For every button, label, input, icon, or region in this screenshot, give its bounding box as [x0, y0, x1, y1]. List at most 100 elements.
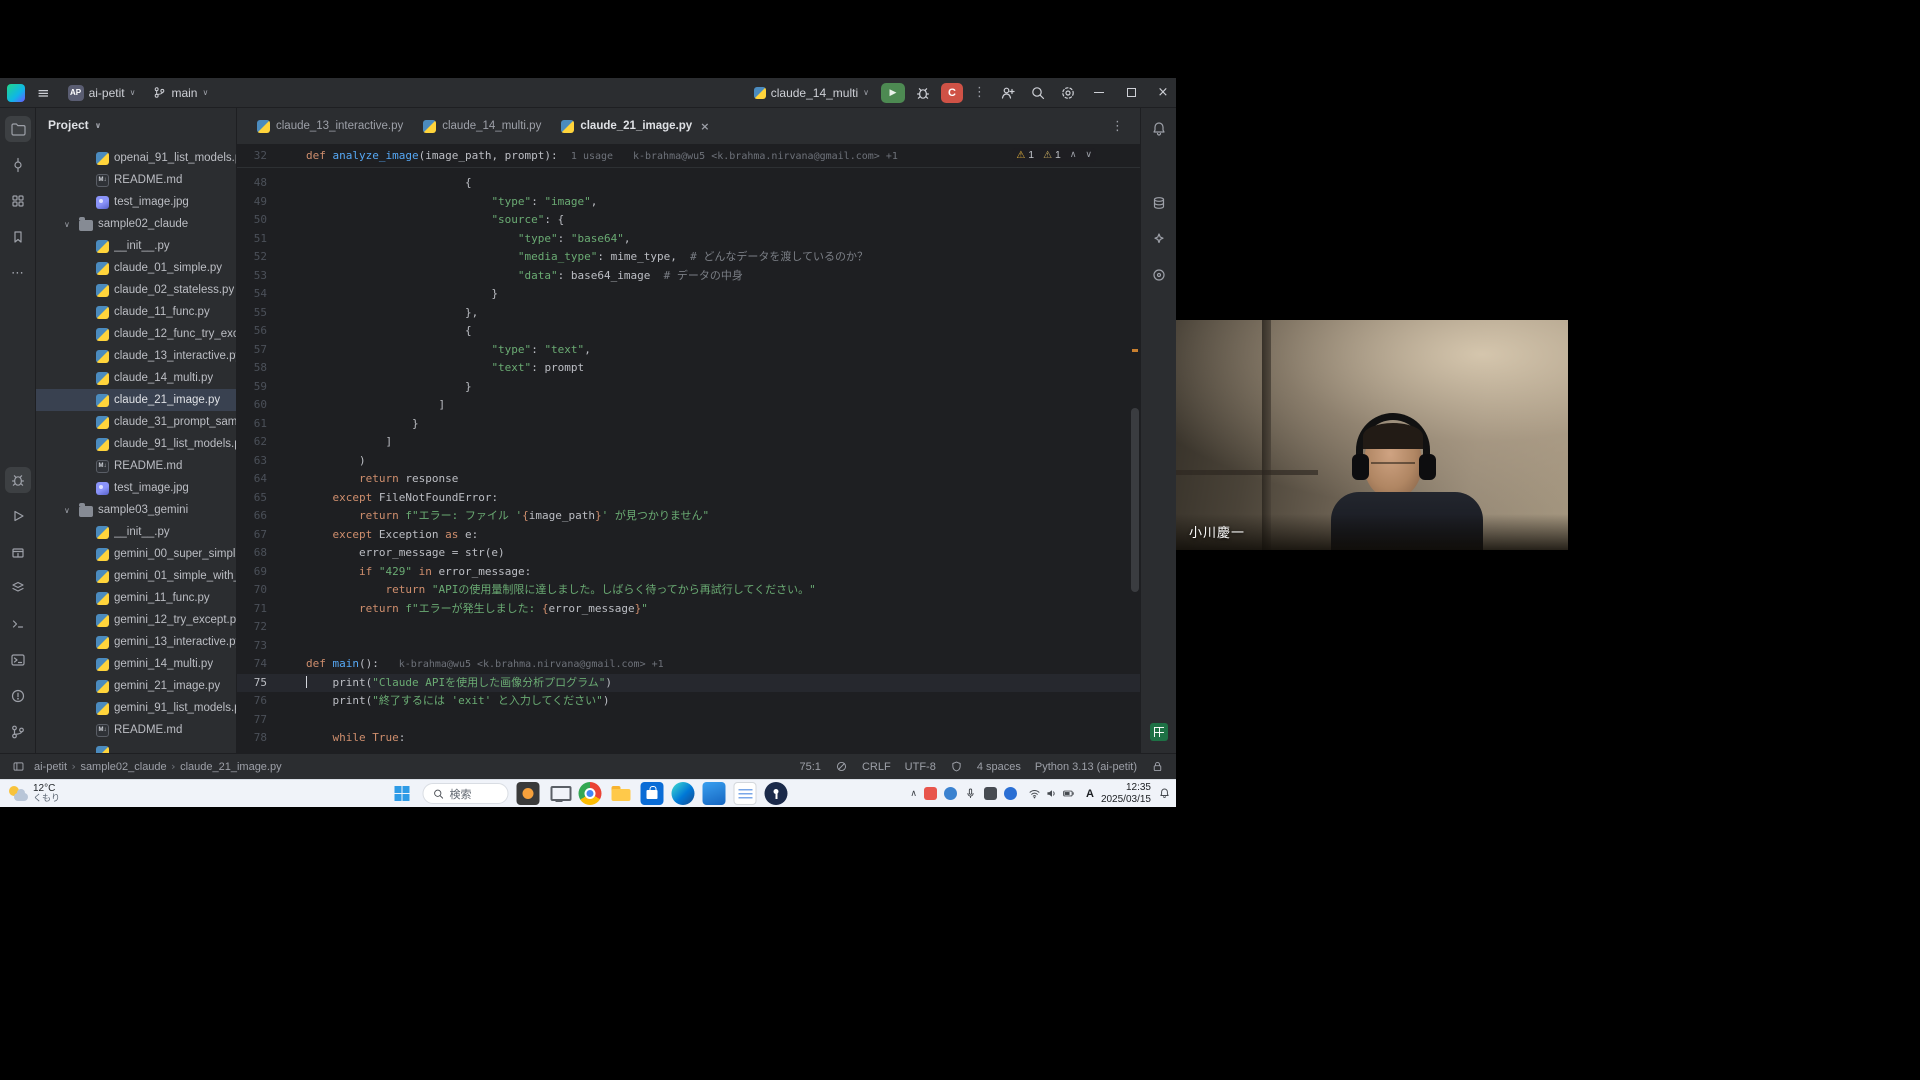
- project-tree-item[interactable]: claude_11_func.py: [36, 301, 236, 323]
- ai-assistant-icon[interactable]: [1146, 226, 1172, 252]
- project-tree-item[interactable]: gemini_91_list_models.py: [36, 697, 236, 719]
- notifications-icon[interactable]: [1158, 787, 1171, 800]
- run-config-selector[interactable]: claude_14_multi ∨: [748, 84, 875, 102]
- code-line[interactable]: 57 "type": "text",: [237, 341, 1140, 360]
- code-line[interactable]: 64 return response: [237, 470, 1140, 489]
- code-line[interactable]: 76 print("終了するには 'exit' と入力してください"): [237, 692, 1140, 711]
- edge-icon[interactable]: [672, 782, 695, 805]
- code-line[interactable]: 51 "type": "base64",: [237, 230, 1140, 249]
- project-panel-header[interactable]: Project ∨: [36, 108, 236, 142]
- tab-options-icon[interactable]: ⋮: [1107, 119, 1128, 134]
- tray-app-icon-3[interactable]: [1004, 787, 1017, 800]
- settings-gear-icon[interactable]: [1056, 82, 1080, 104]
- code-line[interactable]: 78 while True:: [237, 729, 1140, 748]
- tray-expand-icon[interactable]: ∧: [910, 789, 917, 799]
- git-branch-selector[interactable]: main ∨: [147, 84, 214, 102]
- code-line[interactable]: 61 }: [237, 415, 1140, 434]
- chevron-down-icon[interactable]: ∨: [64, 506, 74, 515]
- editor-tab[interactable]: claude_13_interactive.py: [247, 108, 413, 144]
- code-with-me-icon[interactable]: [996, 82, 1020, 104]
- project-tree-item[interactable]: openai_91_list_models.py: [36, 147, 236, 169]
- code-line[interactable]: 62 ]: [237, 433, 1140, 452]
- project-tree-item[interactable]: gemini_11_func.py: [36, 587, 236, 609]
- project-tree-folder[interactable]: ∨sample03_gemini: [36, 499, 236, 521]
- tray-app-icon-2[interactable]: [984, 787, 997, 800]
- project-tree-item[interactable]: claude_13_interactive.py: [36, 345, 236, 367]
- code-line[interactable]: 63 ): [237, 452, 1140, 471]
- project-tree-item[interactable]: claude_14_multi.py: [36, 367, 236, 389]
- notifications-bell-icon[interactable]: [1146, 116, 1172, 142]
- project-tree-item[interactable]: [36, 741, 236, 753]
- code-line[interactable]: 71 return f"エラーが発生しました: {error_message}": [237, 600, 1140, 619]
- bookmarks-icon[interactable]: [5, 224, 31, 250]
- line-ending-indicator[interactable]: CRLF: [862, 761, 891, 773]
- shield-icon[interactable]: [950, 760, 963, 773]
- project-tree-item[interactable]: __init__.py: [36, 235, 236, 257]
- code-line[interactable]: 65 except FileNotFoundError:: [237, 489, 1140, 508]
- code-line[interactable]: 69 if "429" in error_message:: [237, 563, 1140, 582]
- code-line[interactable]: 59 }: [237, 378, 1140, 397]
- dependencies-icon[interactable]: [1146, 262, 1172, 288]
- tray-people-icon[interactable]: [944, 787, 957, 800]
- interpreter-indicator[interactable]: Python 3.13 (ai-petit): [1035, 761, 1137, 773]
- project-tree-item[interactable]: gemini_01_simple_with_stream.py: [36, 565, 236, 587]
- close-window-button[interactable]: ×: [1150, 78, 1176, 108]
- project-tree-item[interactable]: README.md: [36, 169, 236, 191]
- search-everywhere-icon[interactable]: [1026, 82, 1050, 104]
- window-layout-icon[interactable]: [12, 760, 25, 773]
- ime-indicator[interactable]: A: [1086, 788, 1094, 800]
- project-tree-item[interactable]: test_image.jpg: [36, 191, 236, 213]
- close-tab-icon[interactable]: ×: [700, 120, 709, 133]
- project-tree-item[interactable]: gemini_21_image.py: [36, 675, 236, 697]
- taskbar-weather-widget[interactable]: 12°C くもり: [8, 780, 60, 807]
- problems-icon[interactable]: [5, 683, 31, 709]
- lock-icon[interactable]: [1151, 760, 1164, 773]
- run-button[interactable]: ▶: [881, 83, 905, 103]
- database-icon[interactable]: [1146, 190, 1172, 216]
- tray-app-icon-1[interactable]: [924, 787, 937, 800]
- editor-tab[interactable]: claude_14_multi.py: [413, 108, 551, 144]
- project-selector[interactable]: AP ai-petit ∨: [62, 83, 142, 103]
- debug-button[interactable]: [911, 82, 935, 104]
- prev-problem-icon[interactable]: ∧: [1070, 150, 1077, 160]
- next-problem-icon[interactable]: ∨: [1085, 150, 1092, 160]
- project-tree-item[interactable]: claude_01_simple.py: [36, 257, 236, 279]
- project-folder-icon[interactable]: [5, 116, 31, 142]
- editor-tab[interactable]: claude_21_image.py×: [551, 108, 719, 144]
- editor-scrollbar[interactable]: [1131, 408, 1139, 592]
- breadcrumb-item[interactable]: ai-petit: [33, 761, 68, 773]
- code-line[interactable]: 60 ]: [237, 396, 1140, 415]
- taskbar-search-box[interactable]: 検索: [423, 783, 509, 804]
- system-indicators[interactable]: [1024, 785, 1079, 802]
- project-tree-folder[interactable]: ∨sample02_claude: [36, 213, 236, 235]
- structure-icon[interactable]: [5, 188, 31, 214]
- project-tree-item[interactable]: claude_91_list_models.py: [36, 433, 236, 455]
- code-line[interactable]: 54 }: [237, 285, 1140, 304]
- start-button[interactable]: [389, 782, 415, 806]
- code-line[interactable]: 74def main(): k-brahma@wu5 <k.brahma.nir…: [237, 655, 1140, 674]
- more-tools-icon[interactable]: ⋯: [5, 260, 31, 286]
- project-tree-item[interactable]: gemini_14_multi.py: [36, 653, 236, 675]
- python-packages-icon[interactable]: [5, 539, 31, 565]
- minimize-button[interactable]: [1086, 78, 1112, 108]
- python-console-icon[interactable]: [5, 611, 31, 637]
- more-actions-icon[interactable]: ⋮: [969, 85, 990, 100]
- chrome-icon[interactable]: [579, 782, 602, 805]
- document-app-icon[interactable]: [734, 782, 757, 805]
- code-line[interactable]: 77: [237, 711, 1140, 730]
- security-app-icon[interactable]: [765, 782, 788, 805]
- microsoft-store-icon[interactable]: [641, 782, 664, 805]
- project-tree-item[interactable]: gemini_13_interactive.py: [36, 631, 236, 653]
- commit-icon[interactable]: [5, 152, 31, 178]
- taskbar-app-icon-2[interactable]: [703, 782, 726, 805]
- code-line[interactable]: 75 print("Claude APIを使用した画像分析プログラム"): [237, 674, 1140, 693]
- code-editor[interactable]: 48 {49 "type": "image",50 "source": {51 …: [237, 168, 1140, 753]
- project-tree-item[interactable]: test_image.jpg: [36, 477, 236, 499]
- code-line[interactable]: 55 },: [237, 304, 1140, 323]
- display-app-icon[interactable]: [548, 782, 571, 805]
- terminal-icon[interactable]: [5, 647, 31, 673]
- project-tree-item[interactable]: README.md: [36, 719, 236, 741]
- project-tree-item[interactable]: __init__.py: [36, 521, 236, 543]
- project-tree-item[interactable]: README.md: [36, 455, 236, 477]
- project-tree-item[interactable]: gemini_00_super_simple.py: [36, 543, 236, 565]
